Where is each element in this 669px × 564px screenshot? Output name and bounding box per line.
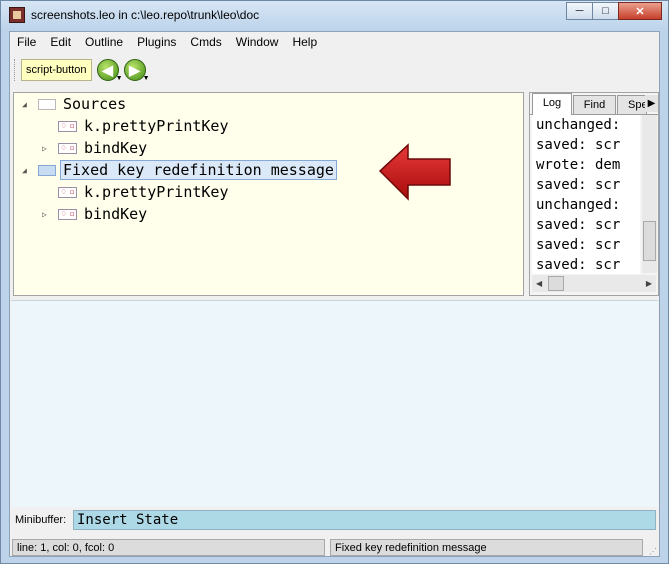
tab-scroll-right-icon[interactable]: ▶ [645, 95, 658, 112]
window-controls: ─ □ ✕ [566, 2, 662, 20]
log-line: saved: scr [536, 177, 621, 193]
node-label[interactable]: bindKey [84, 139, 147, 157]
outline-node-k-prettyprintkey-2[interactable]: ♢ ▫ k.prettyPrintKey [58, 181, 229, 203]
log-horizontal-scrollbar[interactable]: ◀ ▶ [532, 275, 656, 292]
outline-node-fixed-key-redefinition[interactable]: ◢ Fixed key redefinition message [22, 159, 337, 181]
log-line: saved: scr [536, 237, 621, 253]
scroll-left-icon[interactable]: ◀ [536, 279, 542, 288]
forward-dropdown-icon[interactable]: ▼ [143, 75, 150, 82]
menu-file[interactable]: File [10, 32, 43, 53]
tab-log[interactable]: Log [532, 93, 572, 115]
resize-grip-icon[interactable]: ⋰ [649, 547, 659, 557]
log-line: unchanged: [536, 117, 621, 133]
outline-node-sources[interactable]: ◢ Sources [22, 93, 126, 115]
node-label-selected[interactable]: Fixed key redefinition message [60, 160, 337, 180]
title-bar[interactable]: screenshots.leo in c:\leo.repo\trunk\leo… [1, 1, 668, 31]
outline-node-k-prettyprintkey[interactable]: ♢ ▫ k.prettyPrintKey [58, 115, 229, 137]
clone-code-icon: ♢ ▫ [58, 120, 77, 132]
menu-window[interactable]: Window [229, 32, 286, 53]
menu-plugins[interactable]: Plugins [130, 32, 183, 53]
expanded-triangle-icon[interactable]: ◢ [22, 166, 38, 175]
log-line: saved: scr [536, 257, 621, 273]
log-text[interactable]: unchanged: saved: scr wrote: dem saved: … [532, 115, 640, 274]
tab-spell[interactable]: Spell [617, 95, 647, 114]
toolbar-grip[interactable] [14, 59, 18, 81]
node-label[interactable]: k.prettyPrintKey [84, 117, 229, 135]
log-line: saved: scr [536, 217, 621, 233]
expanded-triangle-icon[interactable]: ◢ [22, 100, 38, 109]
status-bar: line: 1, col: 0, fcol: 0 Fixed key redef… [10, 537, 659, 557]
minibuffer-input[interactable]: Insert State [73, 510, 656, 530]
status-position: line: 1, col: 0, fcol: 0 [12, 539, 325, 556]
window-title: screenshots.leo in c:\leo.repo\trunk\leo… [31, 8, 260, 22]
scroll-right-icon[interactable]: ▶ [646, 279, 652, 288]
minibuffer: Minibuffer: Insert State [13, 510, 656, 532]
forward-arrow-icon[interactable]: ▶ ▼ [123, 59, 150, 82]
menu-edit[interactable]: Edit [43, 32, 78, 53]
app-window: screenshots.leo in c:\leo.repo\trunk\leo… [0, 0, 669, 564]
outline-pane[interactable]: ◢ Sources ♢ ▫ k.prettyPrintKey ▷ ♢ ▫ bindK… [13, 92, 524, 296]
empty-node-icon [38, 98, 56, 110]
back-arrow-icon[interactable]: ◀ ▼ [96, 59, 123, 82]
body-editor[interactable] [11, 300, 658, 507]
menu-cmds[interactable]: Cmds [183, 32, 228, 53]
menu-outline[interactable]: Outline [78, 32, 130, 53]
script-button[interactable]: script-button [21, 59, 92, 81]
clone-code-icon: ♢ ▫ [58, 208, 77, 220]
collapsed-triangle-icon[interactable]: ▷ [42, 144, 58, 153]
maximize-button[interactable]: □ [592, 2, 619, 20]
tab-find[interactable]: Find [573, 95, 616, 114]
client-area: File Edit Outline Plugins Cmds Window He… [9, 31, 660, 557]
leo-app-icon[interactable] [9, 7, 25, 23]
log-line: unchanged: [536, 197, 621, 213]
log-line: saved: scr [536, 137, 621, 153]
empty-node-icon [38, 164, 56, 176]
menu-help[interactable]: Help [285, 32, 324, 53]
minimize-button[interactable]: ─ [566, 2, 593, 20]
clone-code-icon: ♢ ▫ [58, 186, 77, 198]
log-pane: Log Find Spell ▶ unchanged: saved: scr w… [529, 92, 659, 296]
node-label[interactable]: bindKey [84, 205, 147, 223]
menu-bar: File Edit Outline Plugins Cmds Window He… [10, 32, 659, 53]
outline-node-bindkey-2[interactable]: ▷ ♢ ▫ bindKey [42, 203, 147, 225]
red-arrow-annotation-icon [378, 143, 451, 201]
log-tab-bar: Log Find Spell ▶ [530, 93, 658, 115]
clone-code-icon: ♢ ▫ [58, 142, 77, 154]
node-label[interactable]: k.prettyPrintKey [84, 183, 229, 201]
log-horizontal-scroll-thumb[interactable] [548, 276, 564, 291]
toolbar: script-button ◀ ▼ ▶ ▼ [10, 54, 659, 86]
outline-node-bindkey[interactable]: ▷ ♢ ▫ bindKey [42, 137, 147, 159]
status-headline: Fixed key redefinition message [330, 539, 643, 556]
log-vertical-scrollbar[interactable] [642, 115, 657, 273]
log-vertical-scroll-thumb[interactable] [643, 221, 656, 261]
log-line: wrote: dem [536, 157, 621, 173]
close-button[interactable]: ✕ [618, 2, 662, 20]
node-label[interactable]: Sources [63, 95, 126, 113]
minibuffer-label: Minibuffer: [15, 514, 67, 526]
collapsed-triangle-icon[interactable]: ▷ [42, 210, 58, 219]
back-dropdown-icon[interactable]: ▼ [116, 75, 123, 82]
